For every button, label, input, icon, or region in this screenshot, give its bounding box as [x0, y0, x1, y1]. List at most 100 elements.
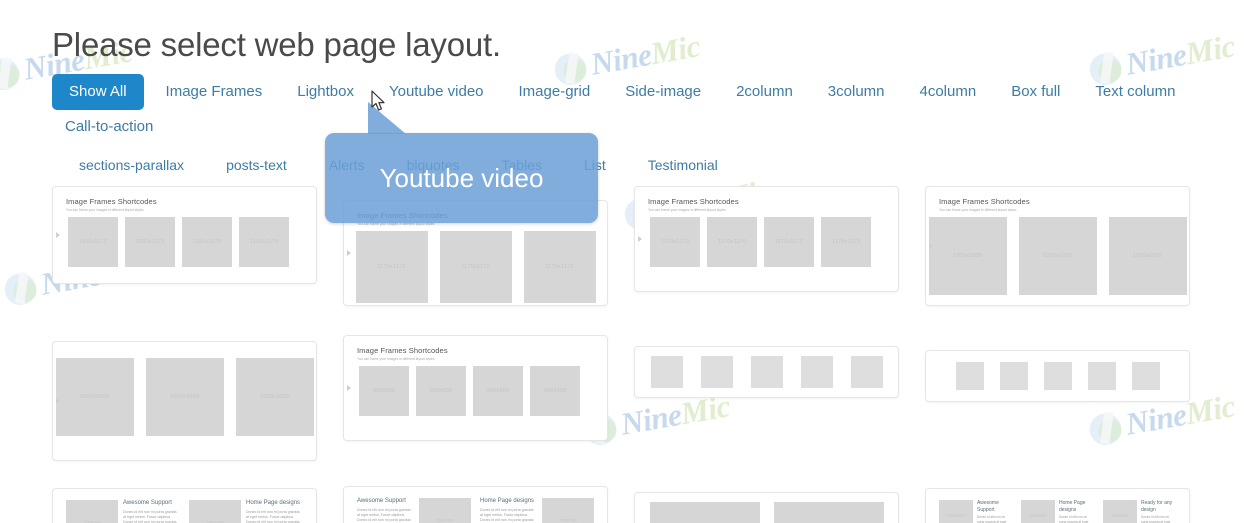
image-placeholder: 1170x1170	[650, 217, 700, 267]
column-heading: Ready for any design	[1141, 500, 1173, 513]
layout-card[interactable]	[634, 492, 899, 523]
text-column: 500x500 Awesome Support Donec id elit no…	[939, 500, 1012, 523]
image-placeholder: 700x700	[419, 498, 471, 523]
filter-lightbox[interactable]: Lightbox	[284, 75, 367, 109]
two-column-layout: 700x700 Awesome Support Donec id elit no…	[63, 498, 306, 523]
filter-image-grid[interactable]: Image-grid	[506, 75, 604, 109]
filter-testimonial[interactable]: Testimonial	[635, 148, 731, 182]
image-placeholder	[649, 501, 760, 523]
column-body: Donec id elit non mi porta gravida at eg…	[977, 515, 1007, 523]
text-column: 700x700 Home Page designs Donec id elit …	[480, 498, 594, 523]
image-placeholder: 1000x1000	[55, 358, 134, 436]
layout-card[interactable]: Image Frames Shortcodes You can frame yo…	[634, 186, 899, 306]
chevron-right-icon	[638, 236, 642, 242]
layout-card-grid: Image Frames Shortcodes You can frame yo…	[52, 186, 1193, 523]
image-placeholder	[1043, 361, 1072, 390]
filter-2column[interactable]: 2column	[723, 75, 806, 109]
card-title: Image Frames Shortcodes	[357, 346, 448, 355]
column-heading: Home Page designs	[246, 500, 301, 506]
image-placeholder: 900x900	[416, 366, 466, 416]
image-placeholder: 1150x1170	[182, 217, 232, 267]
column-body: Donec id elit non mi porta gravida at eg…	[480, 507, 534, 522]
placeholder-row	[645, 355, 888, 388]
card-text-column-1[interactable]: 700x700 Awesome Support Donec id elit no…	[52, 488, 317, 523]
image-placeholder	[1087, 361, 1116, 390]
card-3column-1[interactable]: 1000x1000 1000x1000 1000x1000	[52, 341, 317, 461]
filter-show-all[interactable]: Show All	[52, 74, 144, 110]
layout-card[interactable]	[634, 346, 899, 461]
image-placeholder: 1000x1000	[928, 217, 1007, 295]
layout-card[interactable]: Image Frames Shortcodes You can frame yo…	[925, 186, 1190, 306]
three-column-layout: 500x500 Awesome Support Donec id elit no…	[936, 498, 1179, 523]
image-placeholder: 1150x1170	[239, 217, 289, 267]
card-subtitle: You can frame your images in different l…	[66, 208, 144, 212]
image-placeholder: 500x500	[939, 500, 973, 523]
image-placeholder: 1170x1170	[439, 231, 512, 303]
card-subtitle: You can frame your images in different l…	[357, 357, 435, 361]
image-placeholder: 1170x1170	[707, 217, 757, 267]
column-body: Donec id elit non mi porta gravida at eg…	[1059, 515, 1089, 523]
filter-4column[interactable]: 4column	[907, 75, 990, 109]
filter-row-secondary: sections-parallax posts-text Alerts blqu…	[52, 148, 1202, 182]
placeholder-row	[645, 501, 888, 523]
image-placeholder	[800, 355, 833, 388]
layout-card[interactable]: Image Frames Shortcodes You can frame yo…	[52, 186, 317, 306]
filter-3column[interactable]: 3column	[815, 75, 898, 109]
layout-card[interactable]: 1000x1000 1000x1000 1000x1000	[52, 341, 317, 461]
image-placeholder: 1170x1170	[764, 217, 814, 267]
card-2column-wide[interactable]	[634, 492, 899, 523]
image-placeholder: 900x900	[530, 366, 580, 416]
card-text-column-2[interactable]: 700x700 Awesome Support Donec id elit no…	[343, 486, 608, 523]
image-placeholder: 1170x1170	[355, 231, 428, 303]
layout-card[interactable]: 500x500 Awesome Support Donec id elit no…	[925, 488, 1190, 523]
layout-card[interactable]	[925, 350, 1190, 461]
layout-card[interactable]: 700x700 Awesome Support Donec id elit no…	[52, 488, 317, 523]
text-column: 500x500 Home Page designs Donec id elit …	[1021, 500, 1094, 523]
watermark-logo-icon	[2, 268, 43, 309]
card-image-frames-1[interactable]: Image Frames Shortcodes You can frame yo…	[52, 186, 317, 284]
image-placeholder	[850, 355, 883, 388]
layout-card[interactable]: 700x700 Awesome Support Donec id elit no…	[343, 486, 608, 523]
filter-posts-text[interactable]: posts-text	[213, 148, 300, 182]
image-placeholder: 1000x1000	[1018, 217, 1097, 295]
card-image-frames-4[interactable]: Image Frames Shortcodes You can frame yo…	[925, 186, 1190, 306]
card-image-grid-1[interactable]	[634, 346, 899, 398]
image-placeholder: 700x700	[66, 500, 118, 523]
image-placeholder: 1150x1170	[125, 217, 175, 267]
column-body: Donec id elit non mi porta gravida at eg…	[123, 509, 177, 523]
watermark-logo-icon	[0, 53, 26, 94]
tooltip-youtube-video: Youtube video	[325, 102, 598, 223]
filter-text-column[interactable]: Text column	[1082, 75, 1188, 109]
card-image-grid-2[interactable]	[925, 350, 1190, 402]
tooltip-tail	[368, 102, 406, 134]
filter-row-primary: Show All Image Frames Lightbox Youtube v…	[52, 74, 1202, 144]
filter-sections-parallax[interactable]: sections-parallax	[66, 148, 197, 182]
column-heading: Awesome Support	[977, 500, 999, 513]
text-column: 700x700 Home Page designs Donec id elit …	[189, 500, 303, 523]
filter-box-full[interactable]: Box full	[998, 75, 1073, 109]
placeholder-row: 900x900 900x900 900x900 900x900	[354, 366, 597, 416]
image-placeholder	[999, 361, 1028, 390]
card-3column-text[interactable]: 500x500 Awesome Support Donec id elit no…	[925, 488, 1190, 523]
placeholder-row: 1170x1170 1170x1170 1170x1170	[354, 231, 597, 303]
image-placeholder: 1150x1170	[68, 217, 118, 267]
filter-side-image[interactable]: Side-image	[612, 75, 714, 109]
tooltip-label: Youtube video	[379, 162, 544, 193]
image-placeholder	[700, 355, 733, 388]
page-root: NineMic NineMic NineMic NineMic NineMic …	[0, 0, 1244, 523]
image-placeholder	[773, 501, 884, 523]
layout-card[interactable]: Image Frames Shortcodes You can frame yo…	[343, 335, 608, 461]
card-image-frames-3[interactable]: Image Frames Shortcodes You can frame yo…	[634, 186, 899, 292]
card-image-frames-5[interactable]: Image Frames Shortcodes You can frame yo…	[343, 335, 608, 441]
image-placeholder: 500x500	[1021, 500, 1055, 523]
chevron-right-icon	[929, 243, 933, 249]
filter-image-frames[interactable]: Image Frames	[153, 75, 276, 109]
image-placeholder: 1170x1170	[821, 217, 871, 267]
column-heading: Awesome Support	[123, 500, 172, 506]
image-placeholder: 1000x1000	[235, 358, 314, 436]
card-title: Image Frames Shortcodes	[939, 197, 1030, 206]
card-subtitle: You can frame your images in different l…	[939, 208, 1017, 212]
text-column: 700x700 Awesome Support Donec id elit no…	[66, 500, 180, 523]
card-title: Image Frames Shortcodes	[66, 197, 157, 206]
filter-call-to-action[interactable]: Call-to-action	[52, 110, 166, 144]
